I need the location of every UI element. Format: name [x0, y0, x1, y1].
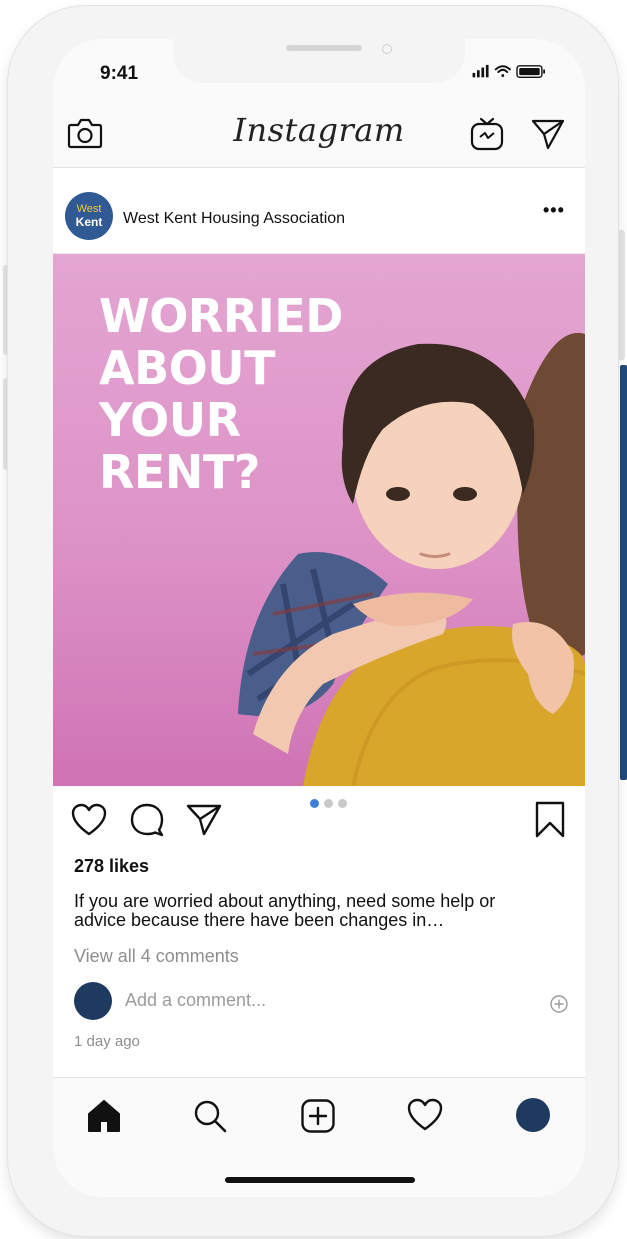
headline-line: RENT?	[99, 445, 260, 499]
activity-icon[interactable]	[407, 1098, 443, 1132]
front-camera	[382, 44, 392, 54]
status-time: 9:41	[100, 63, 139, 84]
post-timestamp: 1 day ago	[74, 1033, 140, 1050]
add-comment-input[interactable]	[123, 989, 507, 1012]
battery-icon	[516, 65, 545, 79]
comment-icon[interactable]	[129, 803, 165, 837]
new-post-icon[interactable]	[300, 1098, 336, 1134]
account-avatar[interactable]: West Kent	[65, 192, 113, 240]
carousel-dot-active	[310, 799, 319, 808]
notch	[173, 39, 465, 83]
home-indicator[interactable]	[225, 1177, 415, 1183]
wifi-icon	[494, 65, 511, 77]
headline-line: WORRIED	[99, 289, 343, 343]
camera-icon[interactable]	[67, 117, 103, 149]
side-accent	[620, 365, 627, 780]
carousel-indicator	[310, 795, 352, 813]
power-button	[617, 230, 625, 360]
post-caption: If you are worried about anything, need …	[74, 891, 496, 930]
profile-icon[interactable]	[514, 1096, 552, 1134]
share-icon[interactable]	[185, 803, 223, 837]
carousel-dot	[338, 799, 347, 808]
igtv-icon[interactable]	[469, 116, 505, 152]
like-heart-icon[interactable]	[71, 803, 107, 837]
phone-screen: 9:41 Instagram West Kent West Kent Housi…	[53, 39, 585, 1197]
bookmark-icon[interactable]	[533, 801, 567, 839]
avatar-text-line2: Kent	[75, 215, 103, 229]
likes-count[interactable]: 278 likes	[74, 856, 149, 877]
instagram-logo[interactable]: Instagram	[203, 111, 435, 149]
post-image[interactable]: WORRIED ABOUT YOUR RENT?	[53, 254, 585, 786]
app-header: Instagram	[53, 101, 585, 168]
phone-frame: 9:41 Instagram West Kent West Kent Housi…	[8, 6, 618, 1236]
search-icon[interactable]	[192, 1098, 228, 1134]
avatar-text-line1: West	[76, 203, 102, 215]
home-icon[interactable]	[86, 1098, 122, 1134]
signal-icon	[472, 64, 489, 78]
add-circle-icon[interactable]	[549, 994, 569, 1014]
status-icons	[472, 64, 545, 79]
headline-line: ABOUT	[99, 341, 275, 395]
post-body: 278 likes If you are worried about anyth…	[53, 839, 585, 1111]
more-options-icon[interactable]: •••	[543, 200, 565, 221]
speaker	[286, 45, 362, 51]
post-actions	[53, 787, 585, 839]
user-avatar	[74, 982, 112, 1020]
view-comments-link[interactable]: View all 4 comments	[74, 946, 239, 967]
carousel-dot	[324, 799, 333, 808]
account-name[interactable]: West Kent Housing Association	[123, 210, 345, 228]
direct-message-icon[interactable]	[530, 117, 566, 151]
image-headline: WORRIED ABOUT YOUR RENT?	[99, 290, 343, 498]
post-header: West Kent West Kent Housing Association …	[53, 168, 585, 254]
headline-line: YOUR	[99, 393, 241, 447]
